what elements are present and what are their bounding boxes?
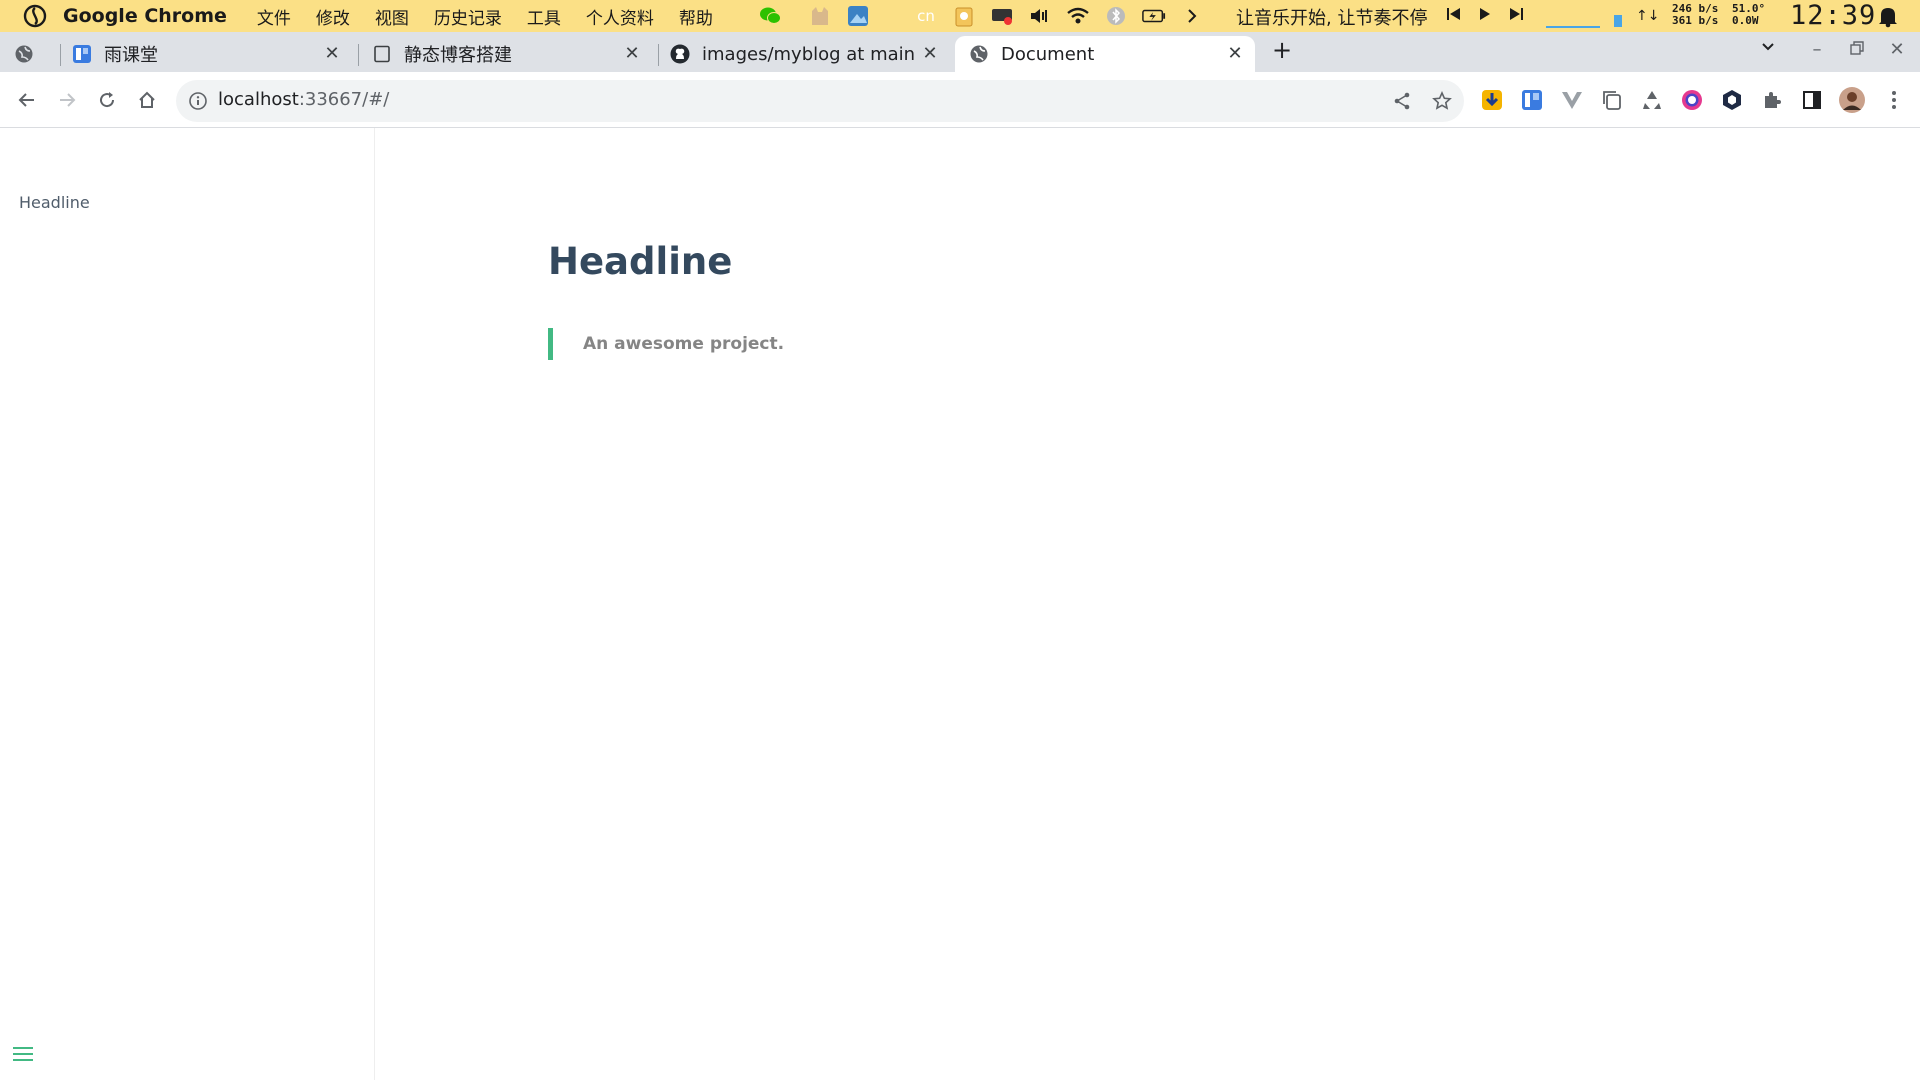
menu-kebab-icon[interactable]: [1882, 88, 1906, 112]
cpu-graph[interactable]: [1546, 4, 1600, 28]
tab-github[interactable]: images/myblog at main · ✕: [670, 36, 950, 72]
yuketang-icon: [72, 44, 92, 64]
tab-close-icon[interactable]: ✕: [322, 44, 342, 64]
blockquote-text: An awesome project.: [583, 334, 785, 354]
keyboard-icon[interactable]: [990, 4, 1014, 28]
url-path: :33667/#/: [298, 89, 390, 110]
sensor-readout[interactable]: 51.0° 0.0W: [1732, 3, 1765, 27]
menu-history[interactable]: 历史记录: [434, 4, 502, 29]
recycle-extension-icon[interactable]: [1640, 88, 1664, 112]
globe-icon: [969, 44, 989, 64]
now-playing-text[interactable]: 让音乐开始, 让节奏不停: [1236, 4, 1427, 30]
site-info-icon[interactable]: [188, 91, 208, 111]
power-draw: 0.0W: [1732, 14, 1759, 27]
menu-edit[interactable]: 修改: [316, 4, 350, 29]
globe-icon: [14, 44, 34, 64]
back-button[interactable]: [11, 84, 43, 116]
tab-title: 雨课堂: [104, 45, 158, 66]
page-heading: Headline: [548, 240, 733, 283]
cube-extension-icon[interactable]: [1720, 88, 1744, 112]
forward-button[interactable]: [51, 84, 83, 116]
pinned-tab[interactable]: [14, 36, 54, 72]
tab-title: 静态博客搭建: [404, 45, 512, 66]
tab-separator: [60, 44, 61, 66]
transfer-arrows-icon[interactable]: ↑↓: [1636, 8, 1659, 24]
tab-document[interactable]: Document ✕: [955, 36, 1255, 72]
tab-close-icon[interactable]: ✕: [622, 44, 642, 64]
previous-track-icon[interactable]: [1446, 7, 1462, 25]
chevron-right-icon[interactable]: [1180, 4, 1204, 28]
tab-separator: [358, 44, 359, 66]
sidebar-toggle-icon[interactable]: [12, 1044, 34, 1064]
wechat-icon[interactable]: [758, 4, 782, 28]
menu-tools[interactable]: 工具: [527, 4, 561, 29]
page-icon: [372, 44, 392, 64]
system-menubar: Google Chrome 文件 修改 视图 历史记录 工具 个人资料 帮助 c…: [0, 0, 1920, 32]
docs-sidebar: Headline: [0, 128, 375, 1080]
tab-close-icon[interactable]: ✕: [920, 44, 940, 64]
tab-search-chevron-icon[interactable]: [1756, 38, 1780, 62]
bookmark-star-icon[interactable]: [1432, 91, 1452, 111]
url-host: localhost: [218, 89, 299, 110]
yuketang-extension-icon[interactable]: [1520, 88, 1544, 112]
restore-icon[interactable]: [1845, 38, 1869, 62]
next-track-icon[interactable]: [1508, 7, 1524, 25]
tab-separator: [658, 44, 659, 66]
input-method-indicator[interactable]: cn: [914, 4, 938, 28]
download-extension-icon[interactable]: [1480, 88, 1504, 112]
tab-strip: 雨课堂 ✕ 静态博客搭建 ✕ images/myblog at main · ✕…: [0, 32, 1920, 72]
browser-toolbar: localhost:33667/#/: [0, 72, 1920, 128]
side-panel-icon[interactable]: [1800, 88, 1824, 112]
new-tab-button[interactable]: +: [1270, 38, 1294, 62]
volume-icon[interactable]: [1028, 4, 1052, 28]
photo-app-icon[interactable]: [846, 4, 870, 28]
cat-icon[interactable]: [808, 4, 832, 28]
tab-static-blog[interactable]: 静态博客搭建 ✕: [372, 36, 652, 72]
menu-profile[interactable]: 个人资料: [586, 4, 654, 29]
extensions-puzzle-icon[interactable]: [1760, 88, 1784, 112]
bluetooth-icon[interactable]: [1104, 4, 1128, 28]
blockquote: An awesome project.: [548, 328, 784, 360]
url-text[interactable]: localhost:33667/#/: [218, 89, 389, 110]
sidebar-link-headline[interactable]: Headline: [19, 193, 90, 212]
minimize-icon[interactable]: –: [1805, 38, 1829, 62]
battery-icon[interactable]: [1142, 4, 1166, 28]
profile-avatar[interactable]: [1838, 86, 1866, 114]
tab-close-icon[interactable]: ✕: [1225, 44, 1245, 64]
github-icon: [670, 44, 690, 64]
menu-help[interactable]: 帮助: [679, 4, 713, 29]
media-controls: [1446, 0, 1540, 32]
menu-view[interactable]: 视图: [375, 4, 409, 29]
clock[interactable]: 12:39: [1790, 0, 1876, 32]
address-bar[interactable]: localhost:33667/#/: [176, 80, 1464, 122]
page-viewport: Headline Headline An awesome project.: [0, 128, 1920, 1080]
menu-file[interactable]: 文件: [257, 4, 291, 29]
tray-icons: cn: [758, 0, 1218, 32]
tab-title: Document: [1001, 43, 1095, 65]
play-icon[interactable]: [1478, 7, 1492, 25]
color-picker-extension-icon[interactable]: [1680, 88, 1704, 112]
app-name[interactable]: Google Chrome: [63, 5, 227, 27]
system-logo-icon[interactable]: [21, 2, 49, 30]
tab-yuketang[interactable]: 雨课堂 ✕: [72, 36, 352, 72]
wifi-icon[interactable]: [1066, 4, 1090, 28]
vue-devtools-icon[interactable]: [1560, 88, 1584, 112]
memory-bar[interactable]: [1610, 5, 1626, 27]
copy-extension-icon[interactable]: [1600, 88, 1624, 112]
reload-button[interactable]: [91, 84, 123, 116]
share-icon[interactable]: [1392, 91, 1412, 111]
close-window-icon[interactable]: ✕: [1885, 38, 1909, 62]
tab-title: images/myblog at main: [702, 43, 916, 65]
monitor-widgets: ↑↓: [1546, 0, 1659, 32]
download-speed: 361 b/s: [1672, 14, 1719, 27]
clipboard-icon[interactable]: [952, 4, 976, 28]
notification-bell-icon[interactable]: [1876, 4, 1900, 28]
home-button[interactable]: [131, 84, 163, 116]
network-speed[interactable]: 246 b/s 361 b/s: [1672, 3, 1718, 27]
